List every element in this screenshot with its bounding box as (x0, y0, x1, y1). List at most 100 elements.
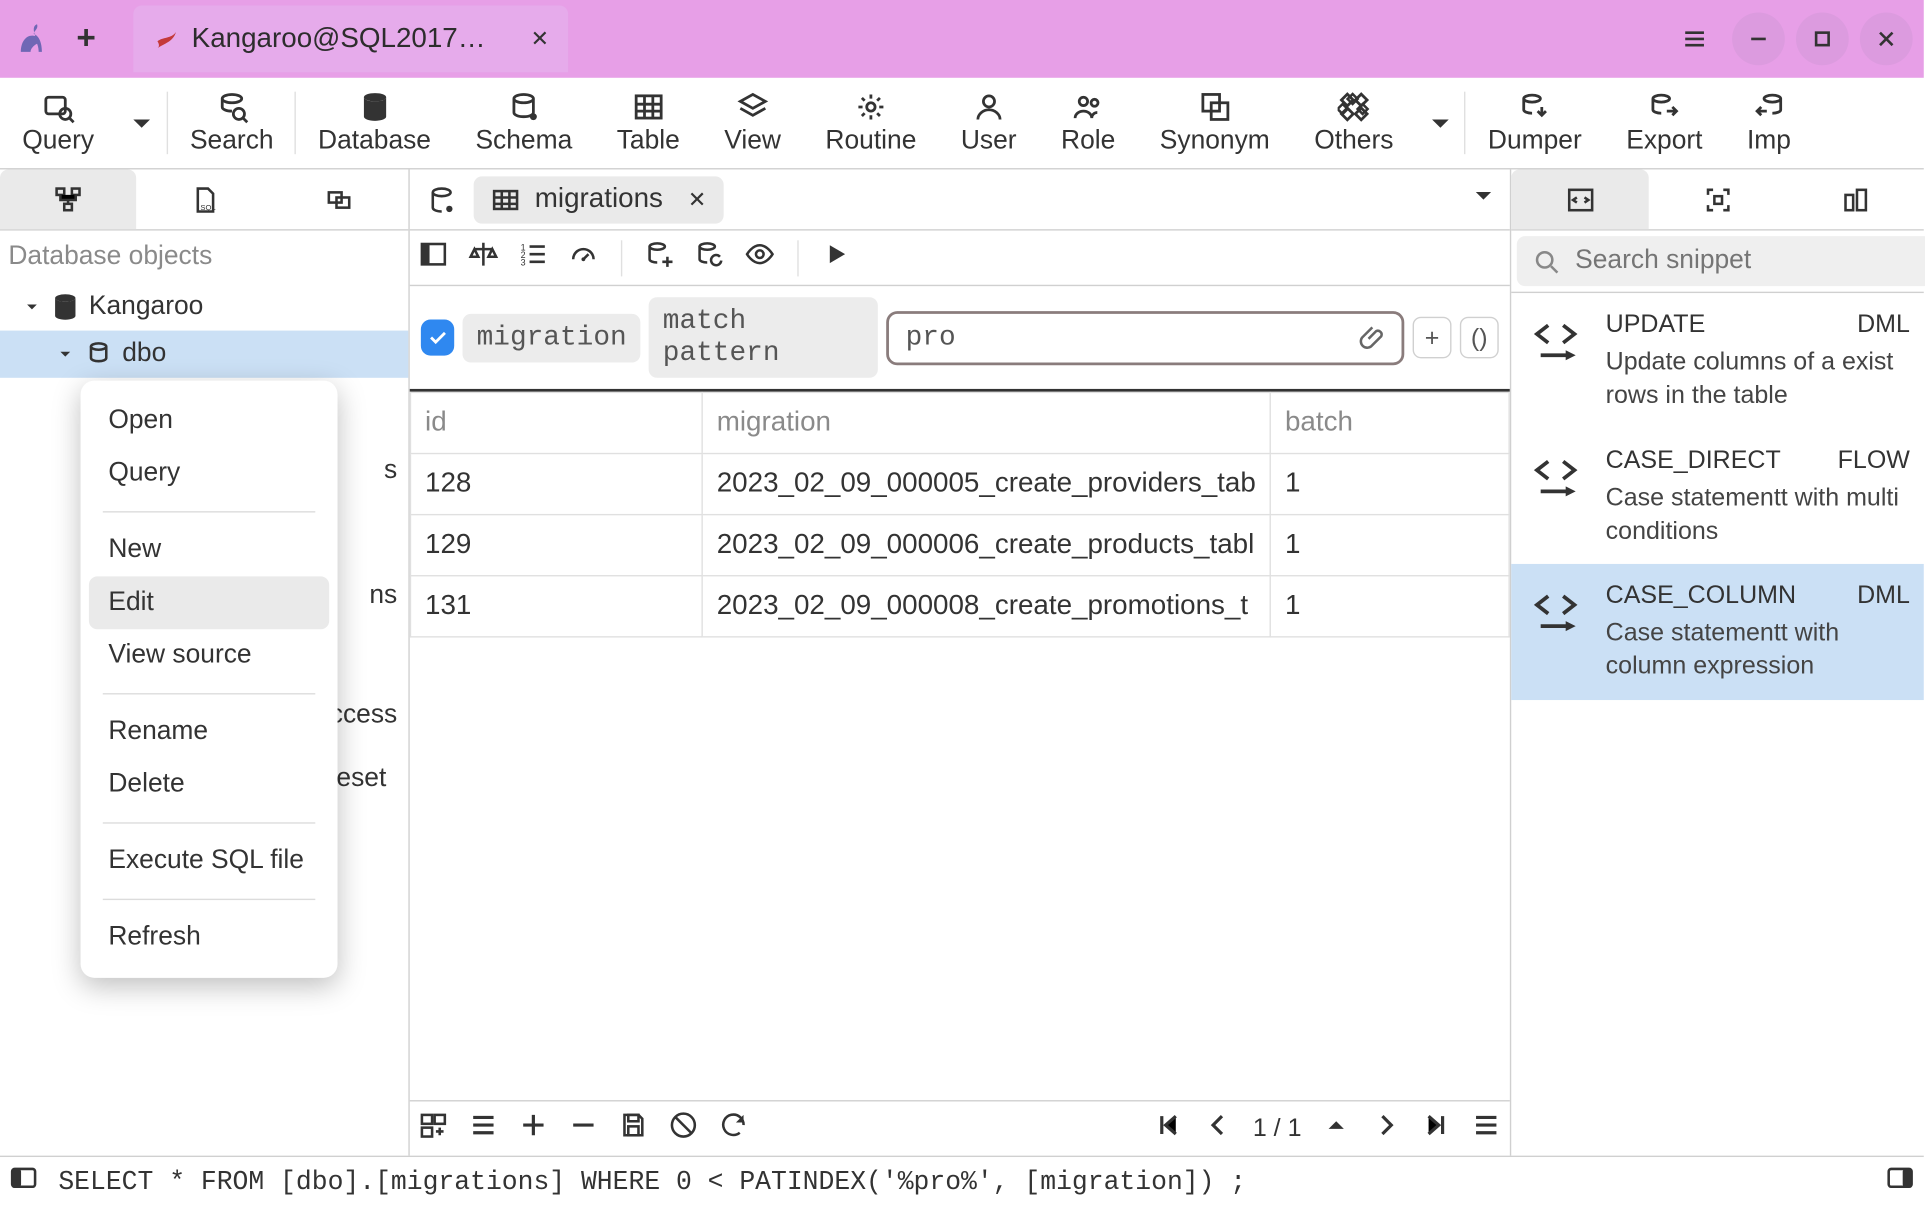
cell-id[interactable]: 129 (410, 515, 702, 576)
menu-execute-sql[interactable]: Execute SQL file (89, 835, 329, 888)
play-icon (821, 239, 852, 270)
snippet-search-input[interactable] (1572, 244, 1918, 277)
svg-text:SQL: SQL (200, 203, 215, 212)
database-button[interactable]: Database (296, 78, 453, 168)
table-row[interactable]: 129 2023_02_09_000006_create_products_ta… (410, 515, 1509, 576)
add-row-button[interactable] (518, 1110, 549, 1148)
import-button[interactable]: Imp (1725, 78, 1813, 168)
page-menu-button[interactable] (1321, 1110, 1352, 1148)
dumper-button[interactable]: Dumper (1466, 78, 1604, 168)
cell-id[interactable]: 128 (410, 454, 702, 515)
hamburger-menu-button[interactable] (1668, 13, 1721, 66)
filter-value-input[interactable] (903, 320, 1343, 355)
maximize-button[interactable] (1796, 13, 1849, 66)
cell-migration[interactable]: 2023_02_09_000008_create_promotions_t (702, 576, 1270, 637)
data-grid[interactable]: id migration batch 128 2023_02_09_000005… (410, 392, 1510, 1100)
filter-speed-button[interactable] (568, 239, 599, 277)
query-button[interactable]: Query (0, 78, 116, 168)
save-button[interactable] (618, 1110, 649, 1148)
schema-button[interactable]: Schema (453, 78, 594, 168)
close-tab-icon[interactable]: ✕ (531, 25, 550, 53)
column-header-batch[interactable]: batch (1270, 392, 1509, 453)
dumper-label: Dumper (1488, 126, 1582, 157)
menu-query[interactable]: Query (89, 447, 329, 500)
snippet-item[interactable]: UPDATEDML Update columns of a exist rows… (1511, 293, 1924, 429)
menu-new[interactable]: New (89, 524, 329, 577)
user-button[interactable]: User (939, 78, 1039, 168)
tree-item-schema[interactable]: dbo (0, 331, 408, 378)
table-button[interactable]: Table (594, 78, 702, 168)
sql-files-tab[interactable]: SQL (136, 169, 272, 229)
filter-column-pill[interactable]: migration (463, 313, 641, 362)
table-row[interactable]: 131 2023_02_09_000008_create_promotions_… (410, 576, 1509, 637)
editor-tab-migrations[interactable]: migrations ✕ (474, 176, 724, 223)
column-header-migration[interactable]: migration (702, 392, 1270, 453)
new-tab-button[interactable]: + (61, 14, 111, 64)
filter-operator-pill[interactable]: match pattern (649, 297, 878, 378)
menu-delete[interactable]: Delete (89, 758, 329, 811)
menu-view-source[interactable]: View source (89, 629, 329, 682)
snippets-tab[interactable] (1511, 169, 1649, 229)
menu-refresh[interactable]: Refresh (89, 911, 329, 964)
prev-page-button[interactable] (1203, 1110, 1234, 1148)
table-row[interactable]: 128 2023_02_09_000005_create_providers_t… (410, 454, 1509, 515)
form-view-button[interactable] (418, 1110, 449, 1148)
search-button[interactable]: Search (168, 78, 296, 168)
others-dropdown[interactable] (1416, 78, 1466, 168)
snippet-item[interactable]: CASE_COLUMNDML Case statementt with colu… (1511, 564, 1924, 700)
list-view-button[interactable] (468, 1110, 499, 1148)
cancel-button[interactable] (668, 1110, 699, 1148)
close-tab-icon[interactable]: ✕ (688, 185, 707, 213)
menu-open[interactable]: Open (89, 394, 329, 447)
row-detail-button[interactable] (1471, 1110, 1502, 1148)
next-page-button[interactable] (1371, 1110, 1402, 1148)
compare-button[interactable] (468, 239, 499, 277)
db-refresh-button[interactable] (695, 239, 726, 277)
snippet-item[interactable]: CASE_DIRECTFLOW Case statementt with mul… (1511, 429, 1924, 565)
objects-tab[interactable] (0, 169, 136, 229)
filter-group-button[interactable]: () (1460, 317, 1499, 359)
toggle-sidebar-button[interactable] (418, 239, 449, 277)
cell-batch[interactable]: 1 (1270, 576, 1509, 637)
attachment-icon[interactable] (1357, 322, 1388, 353)
column-header-id[interactable]: id (410, 392, 702, 453)
cell-migration[interactable]: 2023_02_09_000006_create_products_tabl (702, 515, 1270, 576)
export-button[interactable]: Export (1604, 78, 1725, 168)
diagram-tab[interactable] (1649, 169, 1787, 229)
cell-id[interactable]: 131 (410, 576, 702, 637)
tree-item-connection[interactable]: Kangaroo (0, 283, 408, 330)
run-button[interactable] (821, 239, 852, 277)
toggle-left-panel-button[interactable] (8, 1163, 39, 1201)
delete-row-button[interactable] (568, 1110, 599, 1148)
cell-batch[interactable]: 1 (1270, 454, 1509, 515)
db-add-button[interactable] (644, 239, 675, 277)
connection-tab[interactable]: Kangaroo@SQL2017@Lo ✕ (133, 6, 568, 73)
home-button[interactable] (421, 184, 463, 215)
tab-overflow-button[interactable] (1468, 181, 1499, 219)
database-icon (50, 292, 81, 323)
last-page-button[interactable] (1421, 1110, 1452, 1148)
view-button[interactable]: View (702, 78, 803, 168)
routine-button[interactable]: Routine (803, 78, 938, 168)
schemas-tab[interactable] (272, 169, 408, 229)
preview-button[interactable] (745, 239, 776, 277)
menu-edit[interactable]: Edit (89, 576, 329, 629)
first-page-button[interactable] (1153, 1110, 1184, 1148)
filter-value-field[interactable] (886, 310, 1404, 364)
filter-enable-checkbox[interactable] (421, 319, 455, 355)
close-window-button[interactable] (1860, 13, 1913, 66)
snippet-name: CASE_DIRECT (1606, 445, 1781, 474)
refresh-button[interactable] (718, 1110, 749, 1148)
filter-add-button[interactable]: + (1413, 317, 1452, 359)
query-dropdown[interactable] (116, 78, 166, 168)
others-button[interactable]: Others (1292, 78, 1416, 168)
role-button[interactable]: Role (1039, 78, 1138, 168)
toggle-right-panel-button[interactable] (1885, 1163, 1916, 1201)
map-tab[interactable] (1786, 169, 1924, 229)
menu-rename[interactable]: Rename (89, 706, 329, 759)
sort-button[interactable]: 123 (518, 239, 549, 277)
cell-batch[interactable]: 1 (1270, 515, 1509, 576)
minimize-button[interactable] (1732, 13, 1785, 66)
cell-migration[interactable]: 2023_02_09_000005_create_providers_tab (702, 454, 1270, 515)
synonym-button[interactable]: Synonym (1138, 78, 1292, 168)
